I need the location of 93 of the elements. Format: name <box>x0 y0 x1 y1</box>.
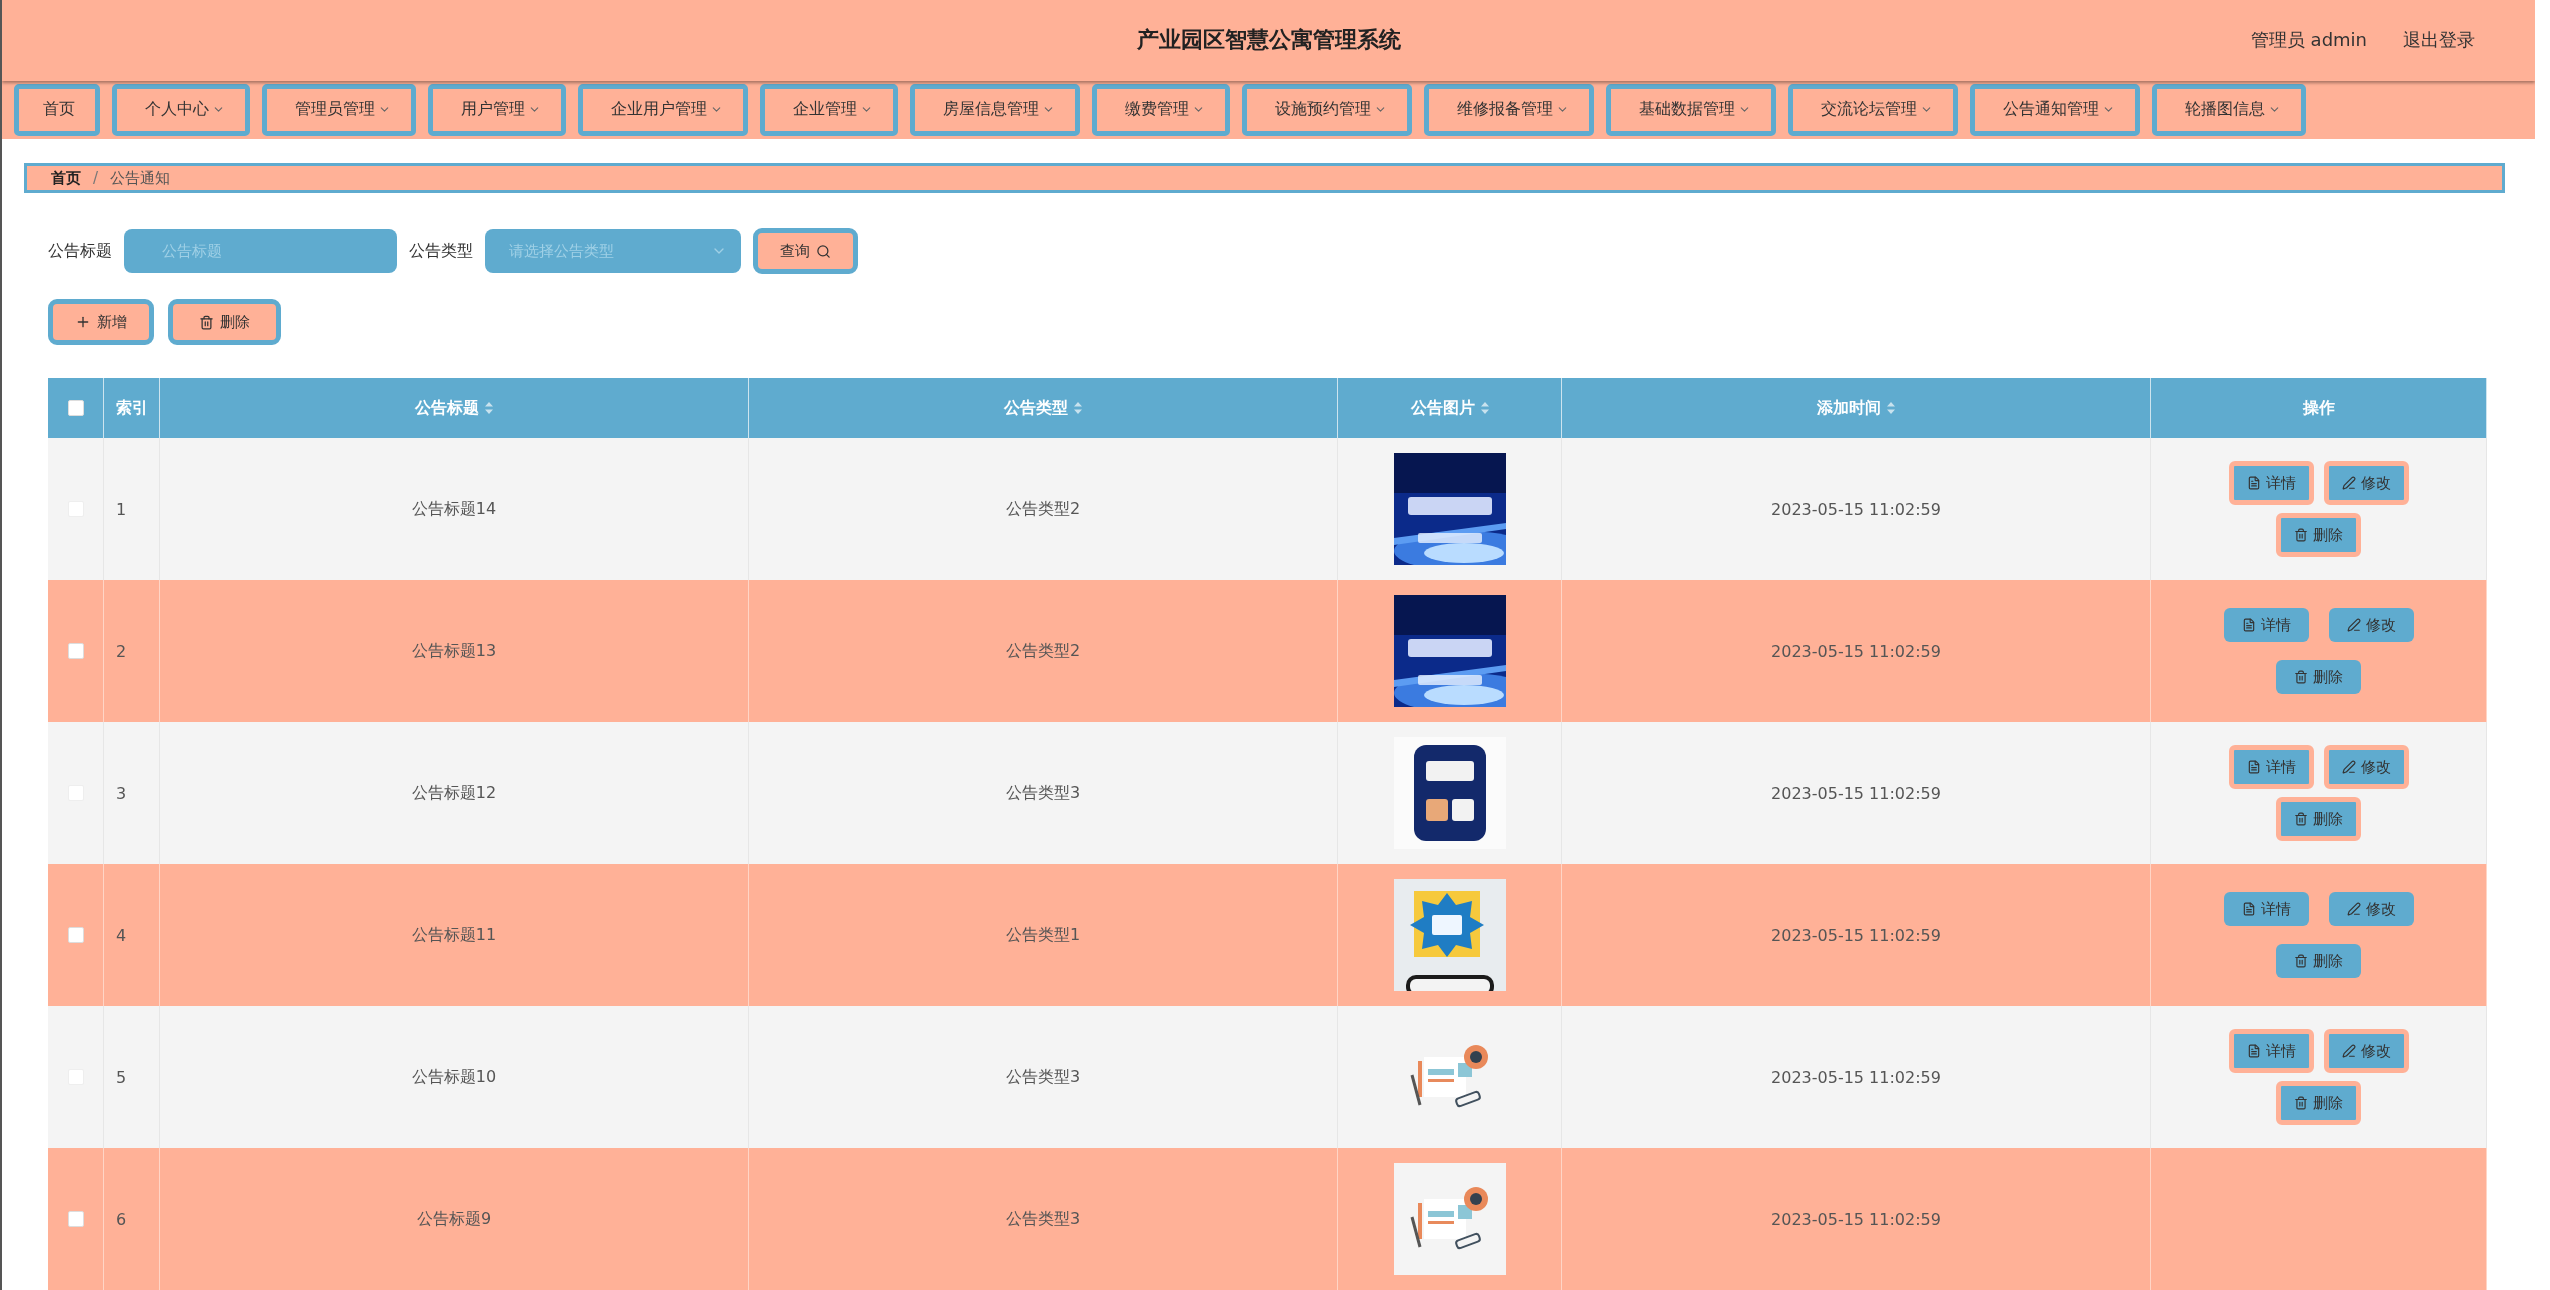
sort-icon[interactable] <box>1074 402 1082 414</box>
nav-menu-item[interactable]: 设施预约管理 <box>1242 83 1412 136</box>
trash-icon <box>2294 528 2308 542</box>
details-button[interactable]: 详情 <box>2223 608 2309 642</box>
nav-menu-item[interactable]: 管理员管理 <box>262 83 416 136</box>
nav-menu-item[interactable]: 缴费管理 <box>1092 83 1230 136</box>
sort-icon[interactable] <box>485 402 493 414</box>
query-button[interactable]: 查询 <box>753 228 858 274</box>
table-cell: 2023-05-15 11:02:59 <box>1562 438 2151 580</box>
table-cell: 2023-05-15 11:02:59 <box>1562 1148 2151 1290</box>
table-cell: 公告类型3 <box>749 1006 1338 1148</box>
nav-menu-item[interactable]: 公告通知管理 <box>1970 83 2140 136</box>
document-icon <box>2241 902 2256 916</box>
nav-menu-item[interactable]: 轮播图信息 <box>2152 83 2306 136</box>
breadcrumb-separator: / <box>93 169 99 187</box>
row-checkbox[interactable] <box>67 1211 84 1227</box>
delete-button[interactable]: 删除 <box>2276 1081 2361 1125</box>
app-title: 产业园区智慧公寓管理系统 <box>1136 27 1401 53</box>
pen-icon <box>2341 760 2356 774</box>
table-cell: 公告标题13 <box>160 580 749 722</box>
document-icon <box>2246 760 2261 774</box>
nav-menu-item[interactable]: 企业用户管理 <box>578 83 748 136</box>
field-label: 公告类型 <box>409 240 473 262</box>
delete-button[interactable]: 删除 <box>168 299 281 345</box>
pen-icon <box>2346 902 2361 916</box>
details-button[interactable]: 详情 <box>2223 892 2309 926</box>
table-cell: 公告类型3 <box>749 1148 1338 1290</box>
document-icon <box>2246 476 2261 490</box>
edit-button[interactable]: 修改 <box>2328 892 2414 926</box>
table-cell: 公告标题12 <box>160 722 749 864</box>
nav-menu-item[interactable]: 维修报备管理 <box>1424 83 1594 136</box>
document-icon <box>2241 618 2256 632</box>
pen-icon <box>2341 476 2356 490</box>
table-cell: 公告标题10 <box>160 1006 749 1148</box>
edit-button[interactable]: 修改 <box>2323 461 2409 505</box>
nav-menu-item[interactable]: 企业管理 <box>760 83 898 136</box>
sort-icon[interactable] <box>1887 402 1895 414</box>
table-cell: 3 <box>104 722 160 864</box>
table-cell: 6 <box>104 1148 160 1290</box>
table-cell: 公告类型2 <box>749 438 1338 580</box>
edit-button[interactable]: 修改 <box>2328 608 2414 642</box>
trash-icon <box>2294 954 2308 968</box>
table-cell: 2023-05-15 11:02:59 <box>1562 864 2151 1006</box>
pen-icon <box>2341 1044 2356 1058</box>
column-header: 操作 <box>2302 397 2335 419</box>
breadcrumb-item[interactable]: 首页 <box>51 168 81 188</box>
details-button[interactable]: 详情 <box>2228 1029 2314 1073</box>
select-all-checkbox[interactable] <box>67 400 84 416</box>
table-cell: 5 <box>104 1006 160 1148</box>
delete-button[interactable]: 删除 <box>2276 660 2361 694</box>
delete-button[interactable]: 删除 <box>2276 797 2361 841</box>
edit-button[interactable]: 修改 <box>2323 1029 2409 1073</box>
table-cell: 公告标题14 <box>160 438 749 580</box>
table-cell: 2 <box>104 580 160 722</box>
user-label: 管理员 admin <box>2250 28 2367 53</box>
row-checkbox[interactable] <box>67 643 84 659</box>
plus-icon <box>75 314 91 330</box>
column-header: 索引 <box>115 397 148 419</box>
nav-menu-item[interactable]: 个人中心 <box>112 83 250 136</box>
table-cell: 公告类型3 <box>749 722 1338 864</box>
trash-icon <box>199 314 214 330</box>
table-cell: 公告类型1 <box>749 864 1338 1006</box>
sort-icon[interactable] <box>1480 402 1489 414</box>
nav-menu-item[interactable]: 交流论坛管理 <box>1788 83 1958 136</box>
pen-icon <box>2346 618 2361 632</box>
field-label: 公告标题 <box>48 240 112 262</box>
logout-link[interactable]: 退出登录 <box>2403 28 2475 53</box>
table-cell: 1 <box>104 438 160 580</box>
table-cell: 2023-05-15 11:02:59 <box>1562 580 2151 722</box>
details-button[interactable]: 详情 <box>2228 461 2314 505</box>
table-cell: 公告标题9 <box>160 1148 749 1290</box>
trash-icon <box>2294 1096 2308 1110</box>
row-checkbox[interactable] <box>67 927 84 943</box>
title-search-field[interactable]: 公告标题 <box>124 229 397 273</box>
search-icon <box>816 243 831 259</box>
nav-menu-item[interactable]: 基础数据管理 <box>1606 83 1776 136</box>
document-icon <box>2246 1044 2261 1058</box>
delete-button[interactable]: 删除 <box>2276 944 2361 978</box>
edit-button[interactable]: 修改 <box>2323 745 2409 789</box>
breadcrumb-item: 公告通知 <box>110 168 171 188</box>
nav-menu-item[interactable]: 首页 <box>14 83 100 136</box>
table-cell: 2023-05-15 11:02:59 <box>1562 722 2151 864</box>
delete-button[interactable]: 删除 <box>2276 513 2361 557</box>
add-button[interactable]: 新增 <box>48 299 154 345</box>
trash-icon <box>2294 670 2308 684</box>
table-cell: 公告类型2 <box>749 580 1338 722</box>
table-cell: 公告标题11 <box>160 864 749 1006</box>
nav-menu-item[interactable]: 用户管理 <box>428 83 566 136</box>
details-button[interactable]: 详情 <box>2228 745 2314 789</box>
table-cell: 2023-05-15 11:02:59 <box>1562 1006 2151 1148</box>
table-cell: 4 <box>104 864 160 1006</box>
trash-icon <box>2294 812 2308 826</box>
nav-menu-item[interactable]: 房屋信息管理 <box>910 83 1080 136</box>
